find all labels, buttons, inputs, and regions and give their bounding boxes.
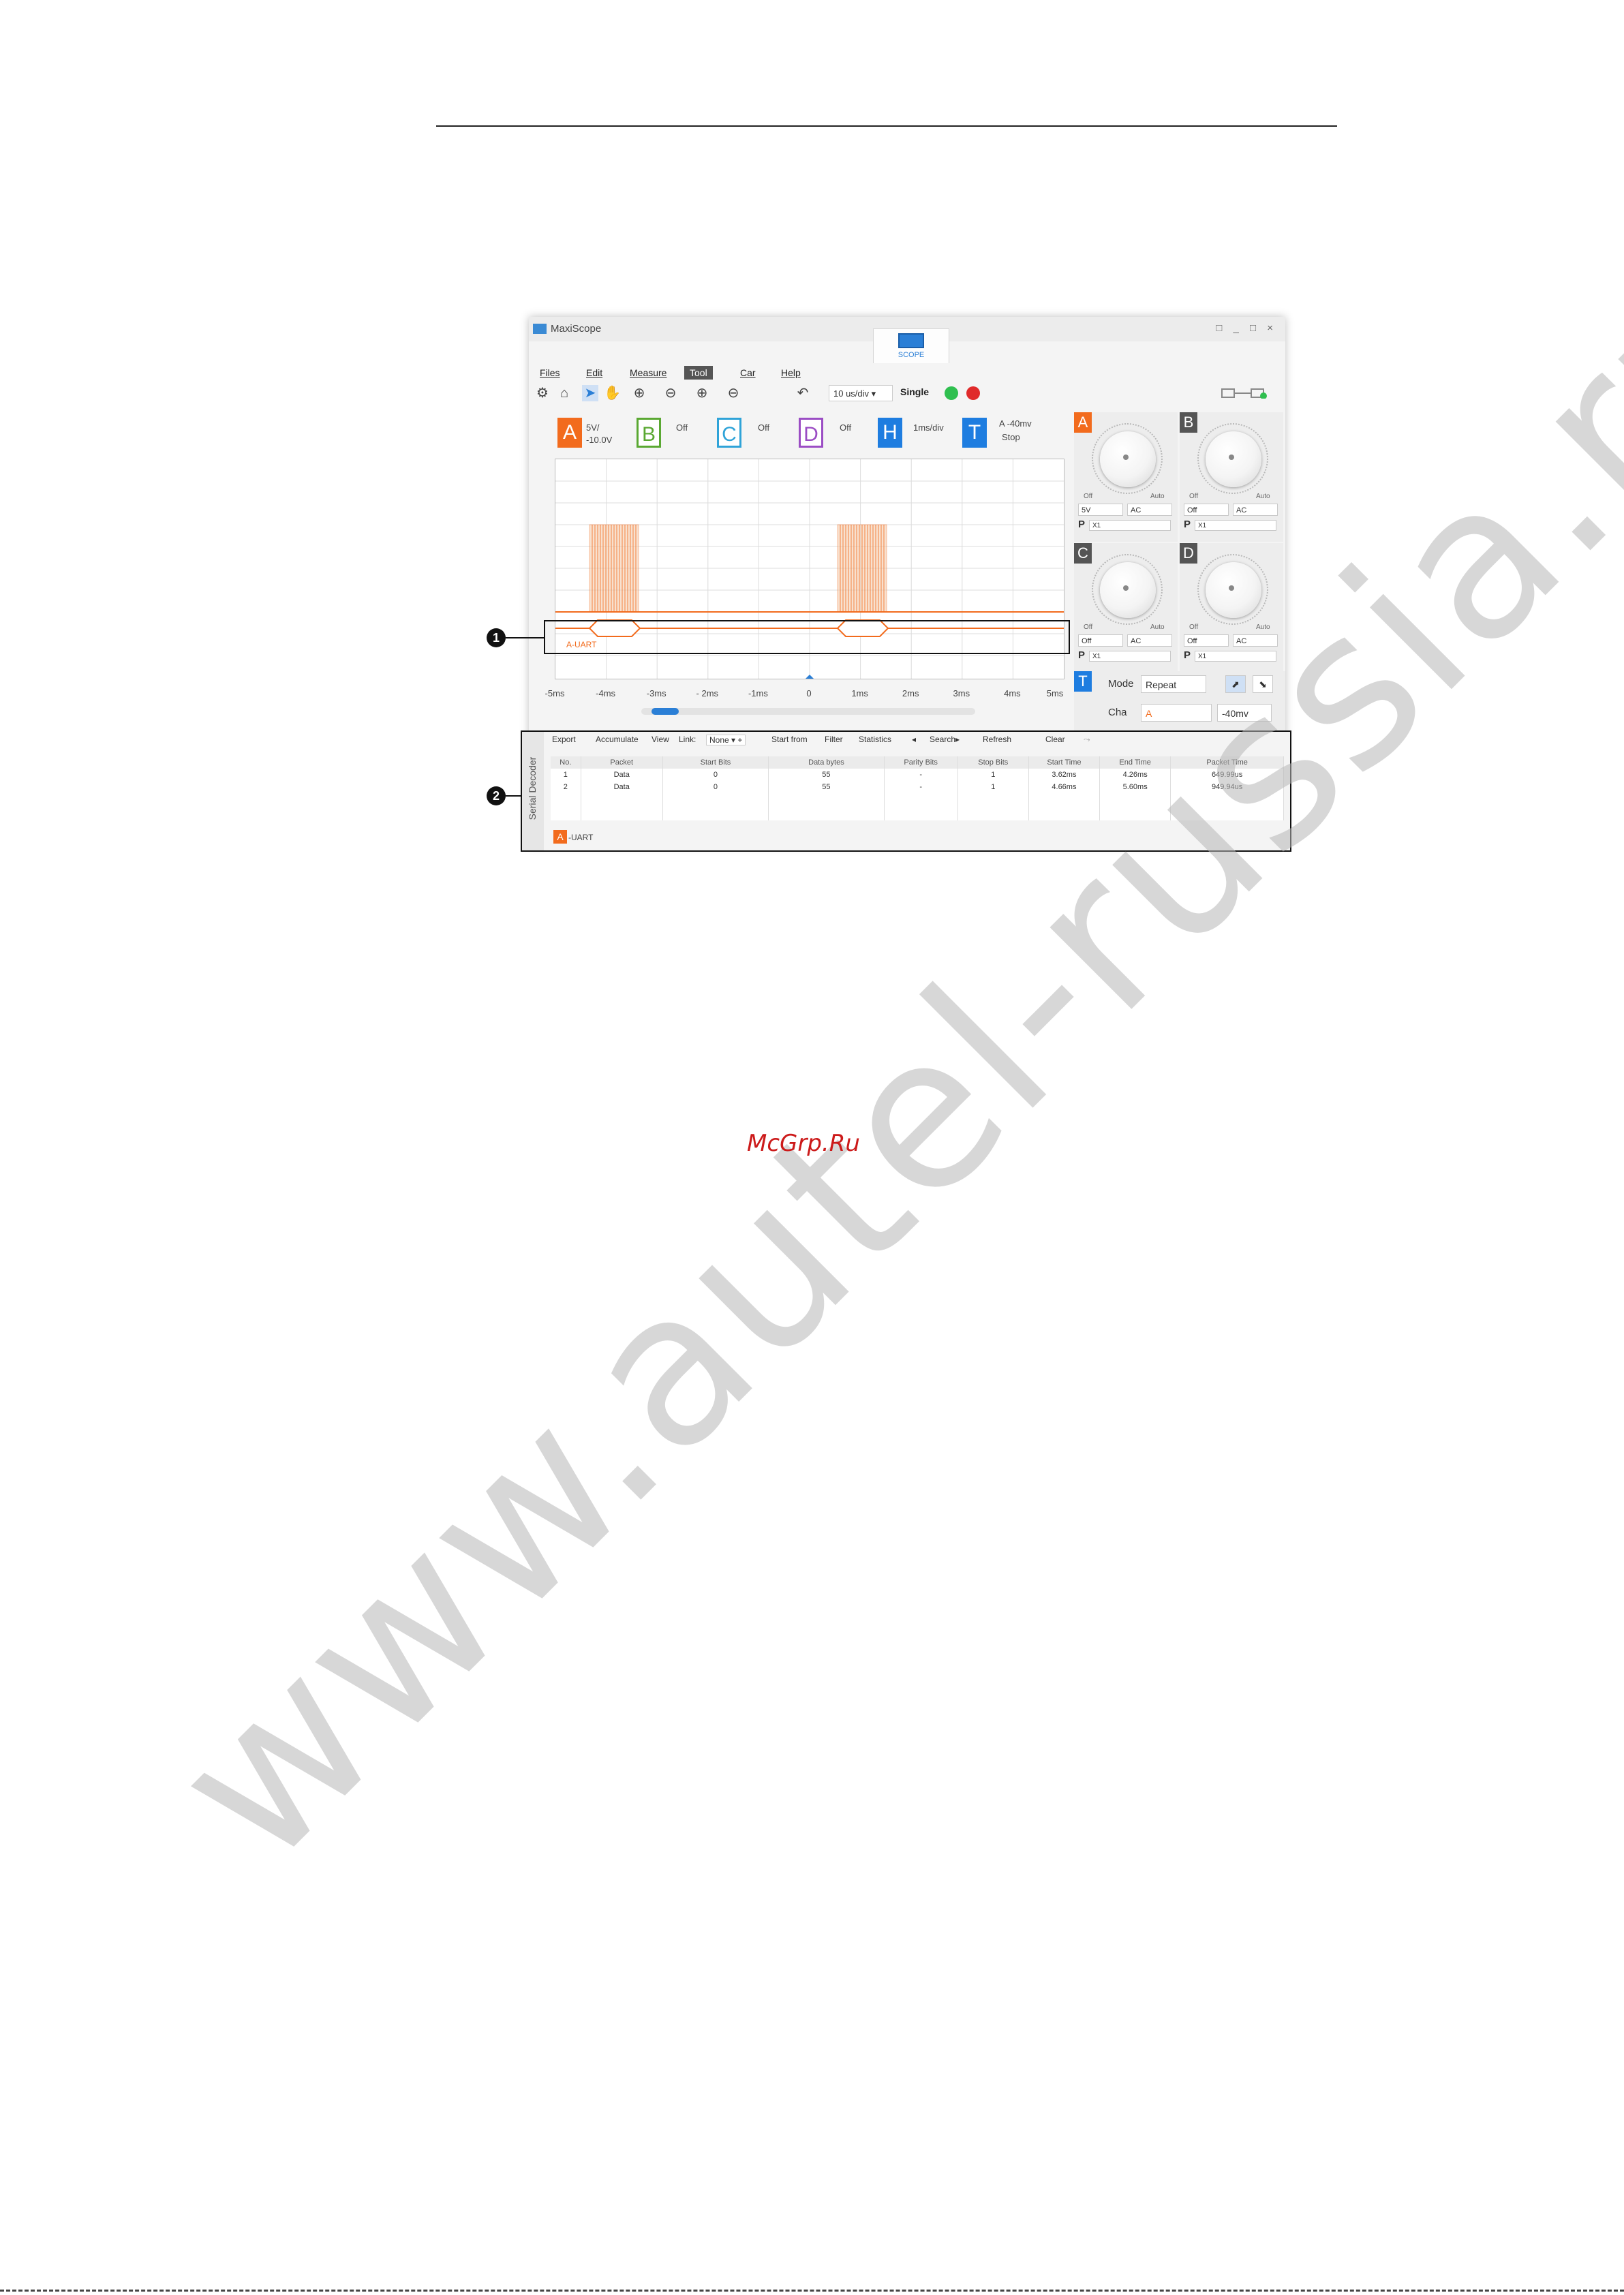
menu-bar: Files Edit Measure Tool Car Help [529,365,1285,381]
x-tick: 5ms [1046,688,1064,698]
knob-a-range-select[interactable]: 5V [1078,504,1123,516]
single-button[interactable]: Single [900,386,929,397]
trigger-state: Stop [1002,432,1020,442]
channel-c-badge[interactable]: C [717,418,741,448]
pointer-icon[interactable]: ➤ [582,385,598,401]
knob-c-probe-label: P [1078,649,1086,661]
x-tick: - 2ms [696,688,719,698]
stop-icon[interactable] [966,386,980,400]
menu-car[interactable]: Car [740,367,756,378]
knob-b-off-label: Off [1189,493,1199,500]
knob-panel-c: C Off Auto Off AC P X1 [1074,543,1178,673]
menu-files[interactable]: Files [540,367,560,378]
knob-a-probe-label: P [1078,519,1086,530]
x-tick: 1ms [851,688,868,698]
x-tick: -4ms [596,688,616,698]
x-tick: -1ms [748,688,768,698]
horizontal-value: 1ms/div [913,422,944,433]
menu-tool[interactable]: Tool [684,366,713,380]
trigger-mode-label: Mode [1108,678,1134,690]
trigger-badge[interactable]: T [962,418,987,448]
trigger-value: A -40mv [999,418,1032,429]
callout-2-leader [506,795,521,797]
x-tick: -5ms [545,688,565,698]
knob-b-probe-label: P [1184,519,1191,530]
uart-burst-2 [837,524,887,613]
app-icon [533,324,547,334]
x-tick: 3ms [953,688,970,698]
mcgrp-watermark: McGrp.Ru [747,1130,860,1157]
callout-1: 1 [487,628,506,647]
knob-c-range-select[interactable]: Off [1078,634,1123,647]
knob-a[interactable] [1100,431,1156,487]
knob-d-badge: D [1180,543,1197,564]
knob-b-badge: B [1180,412,1197,433]
knob-b-range-select[interactable]: Off [1184,504,1229,516]
horizontal-scrollbar[interactable] [641,708,975,715]
knob-b-auto-label: Auto [1256,493,1270,500]
undo-icon[interactable]: ↶ [795,385,811,401]
knob-b[interactable] [1206,431,1261,487]
knob-d-off-label: Off [1189,623,1199,631]
knob-a-coupling-select[interactable]: AC [1127,504,1172,516]
knob-c[interactable] [1100,562,1156,618]
callout-1-leader [506,637,544,638]
channel-a-range: 5V/ -10.0V [586,422,613,445]
settings-gear-icon[interactable]: ⚙ [534,385,551,401]
zoom-out-icon[interactable]: ⊖ [662,385,679,401]
channel-d-badge[interactable]: D [799,418,823,448]
run-icon[interactable] [945,386,958,400]
trigger-position-marker [806,675,814,679]
knob-c-coupling-select[interactable]: AC [1127,634,1172,647]
zoom-vertical-icon[interactable]: ⊖ [725,385,741,401]
scope-tab[interactable]: SCOPE [873,328,949,363]
knob-panel-b: B Off Auto Off AC P X1 [1180,412,1283,542]
trigger-channel-label: Cha [1108,707,1127,718]
channel-a-badge[interactable]: A [557,418,582,448]
timebase-select[interactable]: 10 us/div ▾ [829,385,893,401]
callout-2: 2 [487,786,506,805]
knob-d-probe-label: P [1184,649,1191,661]
window-controls[interactable]: □ _ □ × [1216,322,1277,334]
channel-b-value: Off [676,422,688,433]
knob-a-auto-label: Auto [1150,493,1165,500]
knob-a-probe-select[interactable]: X1 [1089,520,1171,531]
zoom-horizontal-icon[interactable]: ⊕ [694,385,710,401]
connection-status-icon [1221,388,1267,399]
channel-bar: A 5V/ -10.0V B Off C Off D Off H 1ms/div… [529,412,1074,453]
callout-box-1 [544,620,1070,654]
knob-c-auto-label: Auto [1150,623,1165,631]
x-tick: 2ms [902,688,919,698]
hand-pan-icon[interactable]: ✋ [604,385,621,401]
x-tick: 0 [806,688,812,698]
trigger-panel-badge: T [1074,671,1092,692]
knob-c-probe-select[interactable]: X1 [1089,651,1171,662]
uart-burst-1 [589,524,639,613]
home-icon[interactable]: ⌂ [556,385,572,401]
menu-help[interactable]: Help [781,367,801,378]
scope-icon [898,333,924,348]
menu-edit[interactable]: Edit [586,367,602,378]
menu-measure[interactable]: Measure [630,367,667,378]
knob-a-off-label: Off [1084,493,1093,500]
zoom-in-icon[interactable]: ⊕ [631,385,647,401]
knob-b-coupling-select[interactable]: AC [1233,504,1278,516]
knob-c-off-label: Off [1084,623,1093,631]
channel-b-badge[interactable]: B [637,418,661,448]
knob-a-badge: A [1074,412,1092,433]
knob-panel-a: A Off Auto 5V AC P X1 [1074,412,1178,542]
page-bottom-rule [0,2290,1624,2292]
channel-c-value: Off [758,422,770,433]
scrollbar-thumb[interactable] [652,708,679,715]
knob-b-probe-select[interactable]: X1 [1195,520,1276,531]
knob-c-badge: C [1074,543,1092,564]
toolbar: ⚙ ⌂ ➤ ✋ ⊕ ⊖ ⊕ ⊖ ↶ 10 us/div ▾ Single [529,384,1285,404]
scope-tab-label: SCOPE [898,351,925,359]
app-title: MaxiScope [551,323,602,335]
x-tick: -3ms [646,688,667,698]
x-tick: 4ms [1004,688,1021,698]
horizontal-badge[interactable]: H [878,418,902,448]
channel-d-value: Off [840,422,852,433]
page-header-rule [436,125,1337,127]
